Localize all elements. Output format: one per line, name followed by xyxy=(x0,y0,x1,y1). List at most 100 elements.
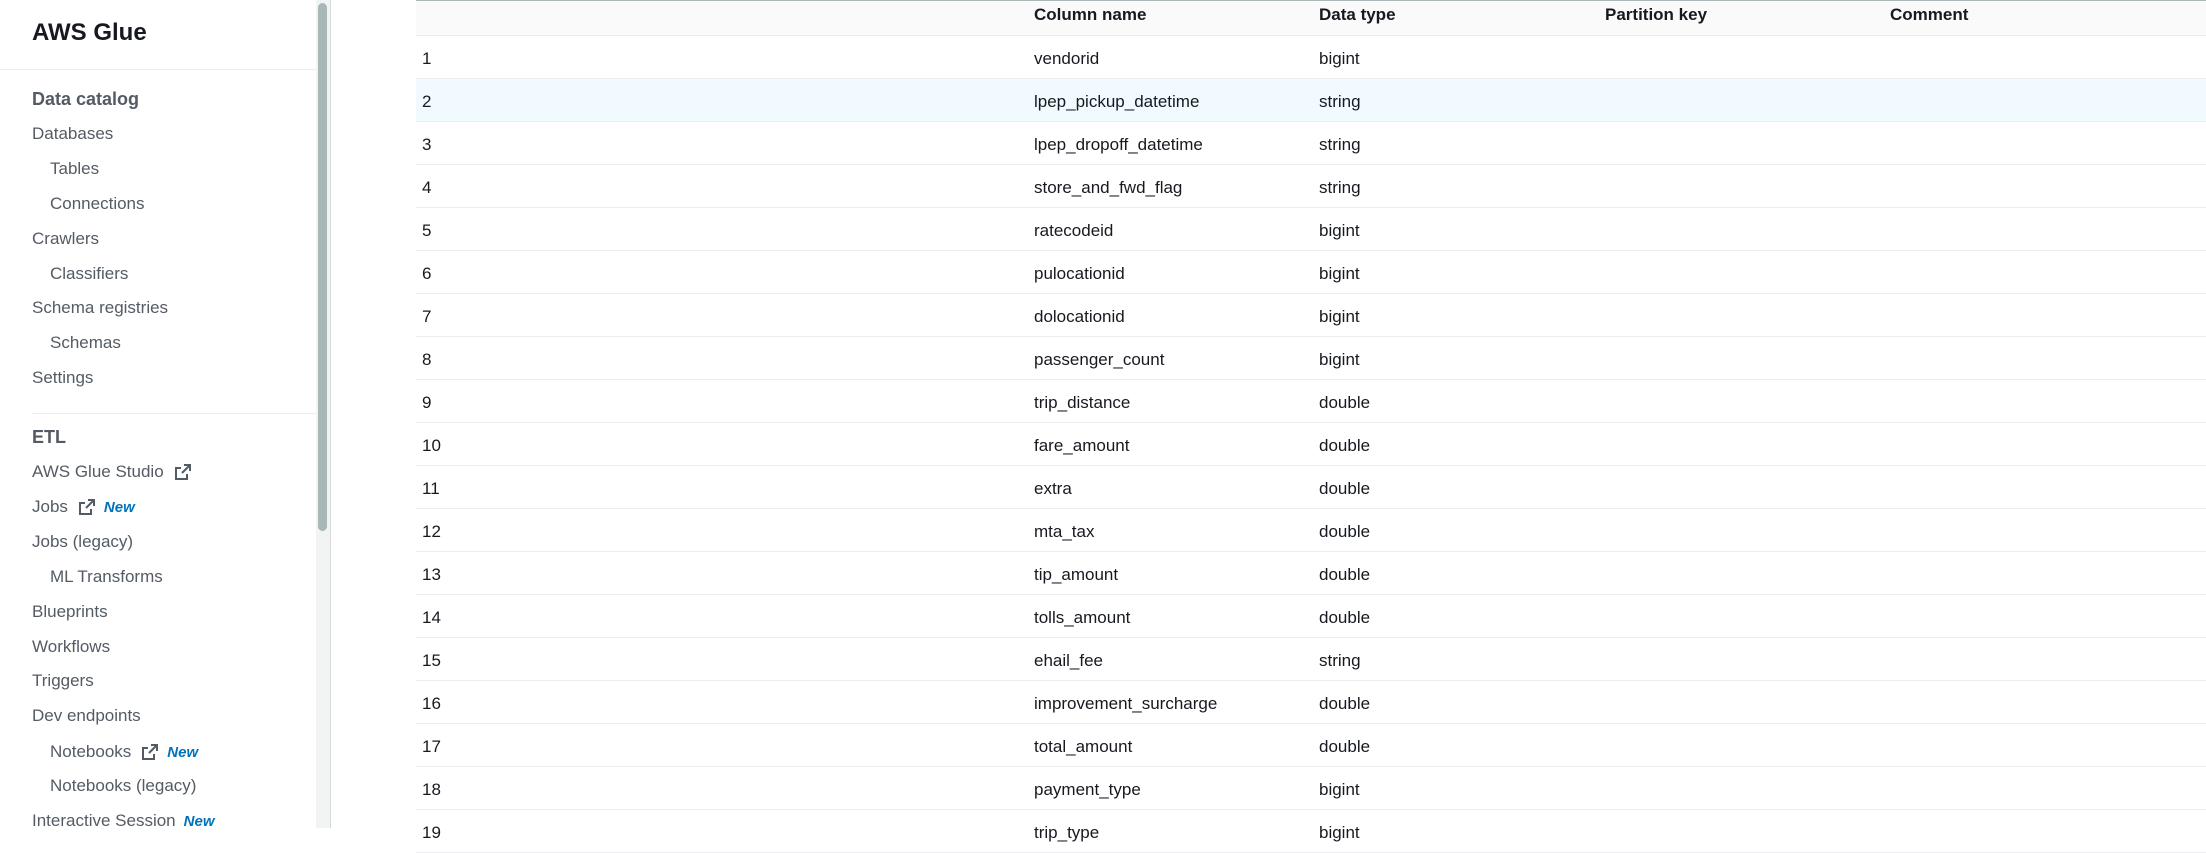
external-link-icon xyxy=(78,498,96,516)
cell-index: 2 xyxy=(422,92,432,111)
table-row[interactable]: 10 fare_amount double xyxy=(416,423,2206,466)
sidebar-item-ml-transforms[interactable]: ML Transforms xyxy=(50,567,163,587)
sidebar-item-label: Settings xyxy=(32,368,94,387)
table-header: Column name Data type Partition key Comm… xyxy=(416,0,2206,36)
table-row[interactable]: 12 mta_tax double xyxy=(416,509,2206,552)
sidebar-item-connections[interactable]: Connections xyxy=(50,194,145,214)
sidebar-item-label: Triggers xyxy=(32,671,94,690)
sidebar-item-tables[interactable]: Tables xyxy=(50,159,99,179)
cell-data-type: bigint xyxy=(1319,307,1360,326)
sidebar-item-label: Notebooks xyxy=(50,742,132,761)
cell-column-name: total_amount xyxy=(1034,737,1133,756)
schema-table: Column name Data type Partition key Comm… xyxy=(416,0,2206,853)
new-badge: New xyxy=(103,498,135,516)
sidebar-item-triggers[interactable]: Triggers xyxy=(32,671,94,691)
cell-index: 14 xyxy=(422,608,441,627)
table-row[interactable]: 1 vendorid bigint xyxy=(416,36,2206,79)
cell-data-type: double xyxy=(1319,436,1371,455)
table-row[interactable]: 16 improvement_surcharge double xyxy=(416,681,2206,724)
sidebar-item-glue-studio[interactable]: AWS Glue Studio xyxy=(32,462,192,482)
table-row[interactable]: 5 ratecodeid bigint xyxy=(416,208,2206,251)
cell-data-type: double xyxy=(1319,608,1371,627)
sidebar-item-dev-endpoints[interactable]: Dev endpoints xyxy=(32,706,141,726)
header-partition-key[interactable]: Partition key xyxy=(1605,5,1707,25)
sidebar-header-divider xyxy=(0,69,316,70)
sidebar-item-label: Connections xyxy=(50,194,145,213)
cell-data-type: bigint xyxy=(1319,221,1360,240)
sidebar-item-label: Schemas xyxy=(50,333,121,352)
main-content: Column name Data type Partition key Comm… xyxy=(331,0,2206,853)
sidebar-item-label: Interactive Session xyxy=(32,811,176,828)
sidebar-title[interactable]: AWS Glue xyxy=(32,19,147,47)
cell-column-name: ratecodeid xyxy=(1034,221,1114,240)
cell-data-type: double xyxy=(1319,694,1371,713)
cell-index: 1 xyxy=(422,49,432,68)
sidebar-item-schema-registries[interactable]: Schema registries xyxy=(32,298,168,318)
sidebar-item-workflows[interactable]: Workflows xyxy=(32,637,110,657)
cell-column-name: extra xyxy=(1034,479,1072,498)
table-row[interactable]: 2 lpep_pickup_datetime string xyxy=(416,79,2206,122)
cell-data-type: bigint xyxy=(1319,823,1360,842)
table-row[interactable]: 9 trip_distance double xyxy=(416,380,2206,423)
cell-data-type: bigint xyxy=(1319,350,1360,369)
sidebar-item-notebooks-legacy[interactable]: Notebooks (legacy) xyxy=(50,776,196,796)
sidebar-item-schemas[interactable]: Schemas xyxy=(50,333,121,353)
sidebar-item-jobs-legacy[interactable]: Jobs (legacy) xyxy=(32,532,133,552)
cell-column-name: store_and_fwd_flag xyxy=(1034,178,1183,197)
cell-data-type: string xyxy=(1319,178,1361,197)
sidebar-item-settings[interactable]: Settings xyxy=(32,368,93,388)
cell-index: 12 xyxy=(422,522,441,541)
table-row[interactable]: 8 passenger_count bigint xyxy=(416,337,2206,380)
cell-index: 9 xyxy=(422,393,432,412)
table-row[interactable]: 15 ehail_fee string xyxy=(416,638,2206,681)
cell-index: 13 xyxy=(422,565,441,584)
cell-data-type: bigint xyxy=(1319,49,1360,68)
header-column-name[interactable]: Column name xyxy=(1034,5,1146,25)
table-row[interactable]: 19 trip_type bigint xyxy=(416,810,2206,853)
table-row[interactable]: 13 tip_amount double xyxy=(416,552,2206,595)
header-comment[interactable]: Comment xyxy=(1890,5,1968,25)
cell-column-name: lpep_dropoff_datetime xyxy=(1034,135,1203,154)
sidebar-item-label: Schema registries xyxy=(32,298,169,317)
cell-column-name: ehail_fee xyxy=(1034,651,1104,670)
cell-column-name: tip_amount xyxy=(1034,565,1119,584)
cell-index: 16 xyxy=(422,694,441,713)
sidebar-item-notebooks[interactable]: Notebooks New xyxy=(50,742,198,762)
sidebar-item-databases[interactable]: Databases xyxy=(32,124,113,144)
cell-column-name: payment_type xyxy=(1034,780,1141,799)
cell-data-type: bigint xyxy=(1319,264,1360,283)
cell-data-type: double xyxy=(1319,393,1371,412)
cell-data-type: double xyxy=(1319,479,1371,498)
table-row[interactable]: 11 extra double xyxy=(416,466,2206,509)
table-row[interactable]: 14 tolls_amount double xyxy=(416,595,2206,638)
sidebar-item-label: Crawlers xyxy=(32,229,100,248)
sidebar-item-classifiers[interactable]: Classifiers xyxy=(50,264,128,284)
cell-index: 15 xyxy=(422,651,441,670)
cell-index: 4 xyxy=(422,178,432,197)
sidebar-item-label: Notebooks (legacy) xyxy=(50,776,197,795)
sidebar-item-label: ML Transforms xyxy=(50,567,163,586)
table-row[interactable]: 18 payment_type bigint xyxy=(416,767,2206,810)
table-row[interactable]: 7 dolocationid bigint xyxy=(416,294,2206,337)
cell-column-name: dolocationid xyxy=(1034,307,1125,326)
cell-index: 5 xyxy=(422,221,432,240)
new-badge: New xyxy=(167,743,199,761)
sidebar-item-crawlers[interactable]: Crawlers xyxy=(32,229,99,249)
table-row[interactable]: 6 pulocationid bigint xyxy=(416,251,2206,294)
table-row[interactable]: 3 lpep_dropoff_datetime string xyxy=(416,122,2206,165)
cell-column-name: vendorid xyxy=(1034,49,1100,68)
sidebar-item-jobs[interactable]: Jobs New xyxy=(32,497,135,517)
sidebar-section-divider xyxy=(32,413,316,414)
sidebar-item-label: Classifiers xyxy=(50,264,129,283)
cell-column-name: pulocationid xyxy=(1034,264,1125,283)
sidebar-item-label: Databases xyxy=(32,124,114,143)
table-row[interactable]: 17 total_amount double xyxy=(416,724,2206,767)
sidebar-item-interactive-session[interactable]: Interactive Session New xyxy=(32,811,214,828)
sidebar-scrollbar-thumb[interactable] xyxy=(318,3,327,531)
header-data-type[interactable]: Data type xyxy=(1319,5,1396,25)
sidebar-item-label: Jobs xyxy=(32,497,68,516)
cell-index: 19 xyxy=(422,823,441,842)
table-row[interactable]: 4 store_and_fwd_flag string xyxy=(416,165,2206,208)
sidebar-item-blueprints[interactable]: Blueprints xyxy=(32,602,108,622)
cell-data-type: double xyxy=(1319,565,1371,584)
